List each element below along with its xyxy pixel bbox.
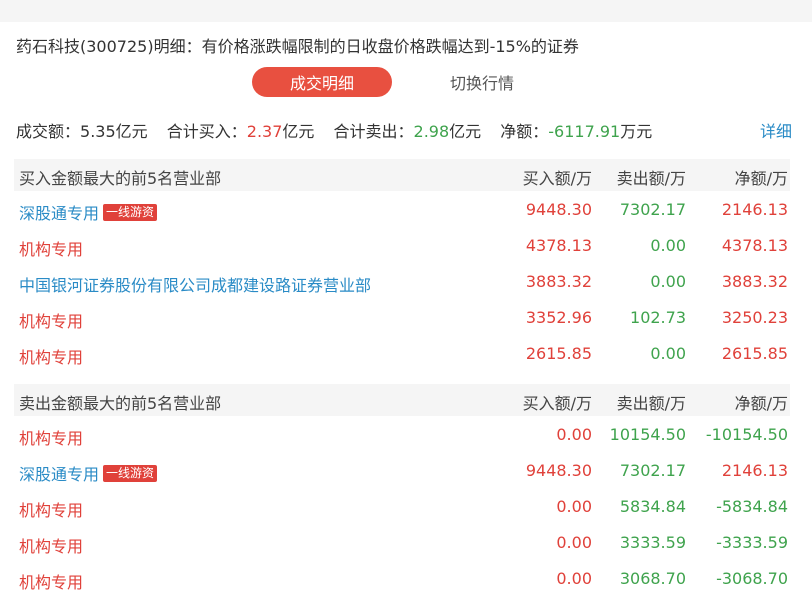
net-amount: 3883.32 [721, 272, 788, 291]
net-amount: -3333.59 [716, 533, 788, 552]
tab-switch-quote[interactable]: 切换行情 [450, 70, 514, 94]
turnover-value: 5.35亿元 [80, 122, 148, 141]
broker-name[interactable]: 机构专用 [19, 497, 83, 521]
sell-amount: 0.00 [650, 236, 686, 255]
broker-name[interactable]: 中国银河证券股份有限公司成都建设路证券营业部 [19, 272, 371, 296]
sell-total-summary: 合计卖出：2.98亿元 [334, 122, 487, 141]
sell-amount: 7302.17 [619, 200, 686, 219]
buy-col-net-header: 净额/万 [734, 169, 788, 188]
buy-table-row: 机构专用 4378.13 0.00 4378.13 [14, 228, 790, 264]
broker-name[interactable]: 机构专用 [19, 308, 83, 332]
net-amount: 2615.85 [721, 344, 788, 363]
sell-amount: 7302.17 [619, 461, 686, 480]
tab-trade-detail[interactable]: 成交明细 [252, 67, 392, 97]
sell-total-value: 2.98 [413, 122, 450, 141]
buy-amount: 9448.30 [525, 200, 592, 219]
sell-table-row: 机构专用 0.00 5834.84 -5834.84 [14, 489, 790, 525]
net-label: 净额： [500, 122, 549, 141]
buy-table-row: 机构专用 2615.85 0.00 2615.85 [14, 336, 790, 372]
buy-section-title: 买入金额最大的前5名营业部 [19, 169, 222, 188]
buy-col-buy-header: 买入额/万 [522, 169, 592, 188]
sell-amount: 102.73 [630, 308, 686, 327]
sell-amount: 0.00 [650, 272, 686, 291]
net-value: -6117.91 [548, 122, 621, 141]
net-amount: 2146.13 [721, 200, 788, 219]
buy-total-summary: 合计买入：2.37亿元 [167, 122, 320, 141]
buy-amount: 4378.13 [525, 236, 592, 255]
sell-amount: 3333.59 [619, 533, 686, 552]
sell-col-sell-header: 卖出额/万 [616, 394, 686, 413]
buy-amount: 3883.32 [525, 272, 592, 291]
sell-section-header: 卖出金额最大的前5名营业部 买入额/万 卖出额/万 净额/万 [14, 384, 790, 416]
turnover-label: 成交额： [16, 122, 81, 141]
net-amount: -10154.50 [705, 425, 788, 444]
net-amount: 2146.13 [721, 461, 788, 480]
broker-link[interactable]: 深股通专用 一线游资 [19, 200, 158, 224]
buy-section-header: 买入金额最大的前5名营业部 买入额/万 卖出额/万 净额/万 [14, 159, 790, 191]
buy-amount: 3352.96 [525, 308, 592, 327]
sell-section-title: 卖出金额最大的前5名营业部 [19, 394, 222, 413]
buy-amount: 9448.30 [525, 461, 592, 480]
sell-amount: 3068.70 [619, 569, 686, 588]
broker-name[interactable]: 机构专用 [19, 344, 83, 368]
summary-bar: 成交额：5.35亿元 合计买入：2.37亿元 合计卖出：2.98亿元 净额：-6… [16, 118, 666, 142]
buy-total-value: 2.37 [246, 122, 283, 141]
sell-total-unit: 亿元 [449, 122, 482, 141]
buy-amount: 0.00 [556, 497, 592, 516]
tab-bar: 成交明细 切换行情 [252, 67, 514, 97]
sell-col-buy-header: 买入额/万 [522, 394, 592, 413]
sell-total-label: 合计卖出： [333, 122, 414, 141]
buy-table-row: 中国银河证券股份有限公司成都建设路证券营业部 3883.32 0.00 3883… [14, 264, 790, 300]
net-amount: 4378.13 [721, 236, 788, 255]
buy-table-row: 深股通专用 一线游资 9448.30 7302.17 2146.13 [14, 192, 790, 228]
page-title: 药石科技(300725)明细：有价格涨跌幅限制的日收盘价格跌幅达到-15%的证券 [16, 37, 579, 56]
net-unit: 万元 [620, 122, 653, 141]
sell-amount: 0.00 [650, 344, 686, 363]
detail-link[interactable]: 详细 [760, 118, 792, 142]
buy-amount: 2615.85 [525, 344, 592, 363]
sell-col-net-header: 净额/万 [734, 394, 788, 413]
hot-money-badge: 一线游资 [103, 464, 158, 482]
buy-total-label: 合计买入： [166, 122, 247, 141]
sell-amount: 10154.50 [609, 425, 686, 444]
turnover-summary: 成交额：5.35亿元 [16, 122, 153, 141]
buy-table-row: 机构专用 3352.96 102.73 3250.23 [14, 300, 790, 336]
broker-name[interactable]: 机构专用 [19, 569, 83, 593]
broker-link[interactable]: 深股通专用 一线游资 [19, 461, 158, 485]
broker-name[interactable]: 机构专用 [19, 236, 83, 260]
sell-table-row: 机构专用 0.00 3068.70 -3068.70 [14, 561, 790, 597]
hot-money-badge: 一线游资 [103, 203, 158, 221]
net-amount: 3250.23 [721, 308, 788, 327]
broker-name[interactable]: 机构专用 [19, 533, 83, 557]
broker-name[interactable]: 机构专用 [19, 425, 83, 449]
broker-name[interactable]: 深股通专用 [19, 461, 99, 485]
buy-col-sell-header: 卖出额/万 [616, 169, 686, 188]
sell-amount: 5834.84 [619, 497, 686, 516]
buy-amount: 0.00 [556, 425, 592, 444]
net-amount: -3068.70 [716, 569, 788, 588]
sell-table-row: 机构专用 0.00 3333.59 -3333.59 [14, 525, 790, 561]
buy-amount: 0.00 [556, 569, 592, 588]
sell-table-row: 机构专用 0.00 10154.50 -10154.50 [14, 417, 790, 453]
buy-amount: 0.00 [556, 533, 592, 552]
broker-name[interactable]: 深股通专用 [19, 200, 99, 224]
top-bar [0, 0, 812, 22]
buy-total-unit: 亿元 [282, 122, 315, 141]
net-summary: 净额：-6117.91万元 [500, 122, 652, 141]
net-amount: -5834.84 [716, 497, 788, 516]
sell-table-row: 深股通专用 一线游资 9448.30 7302.17 2146.13 [14, 453, 790, 489]
